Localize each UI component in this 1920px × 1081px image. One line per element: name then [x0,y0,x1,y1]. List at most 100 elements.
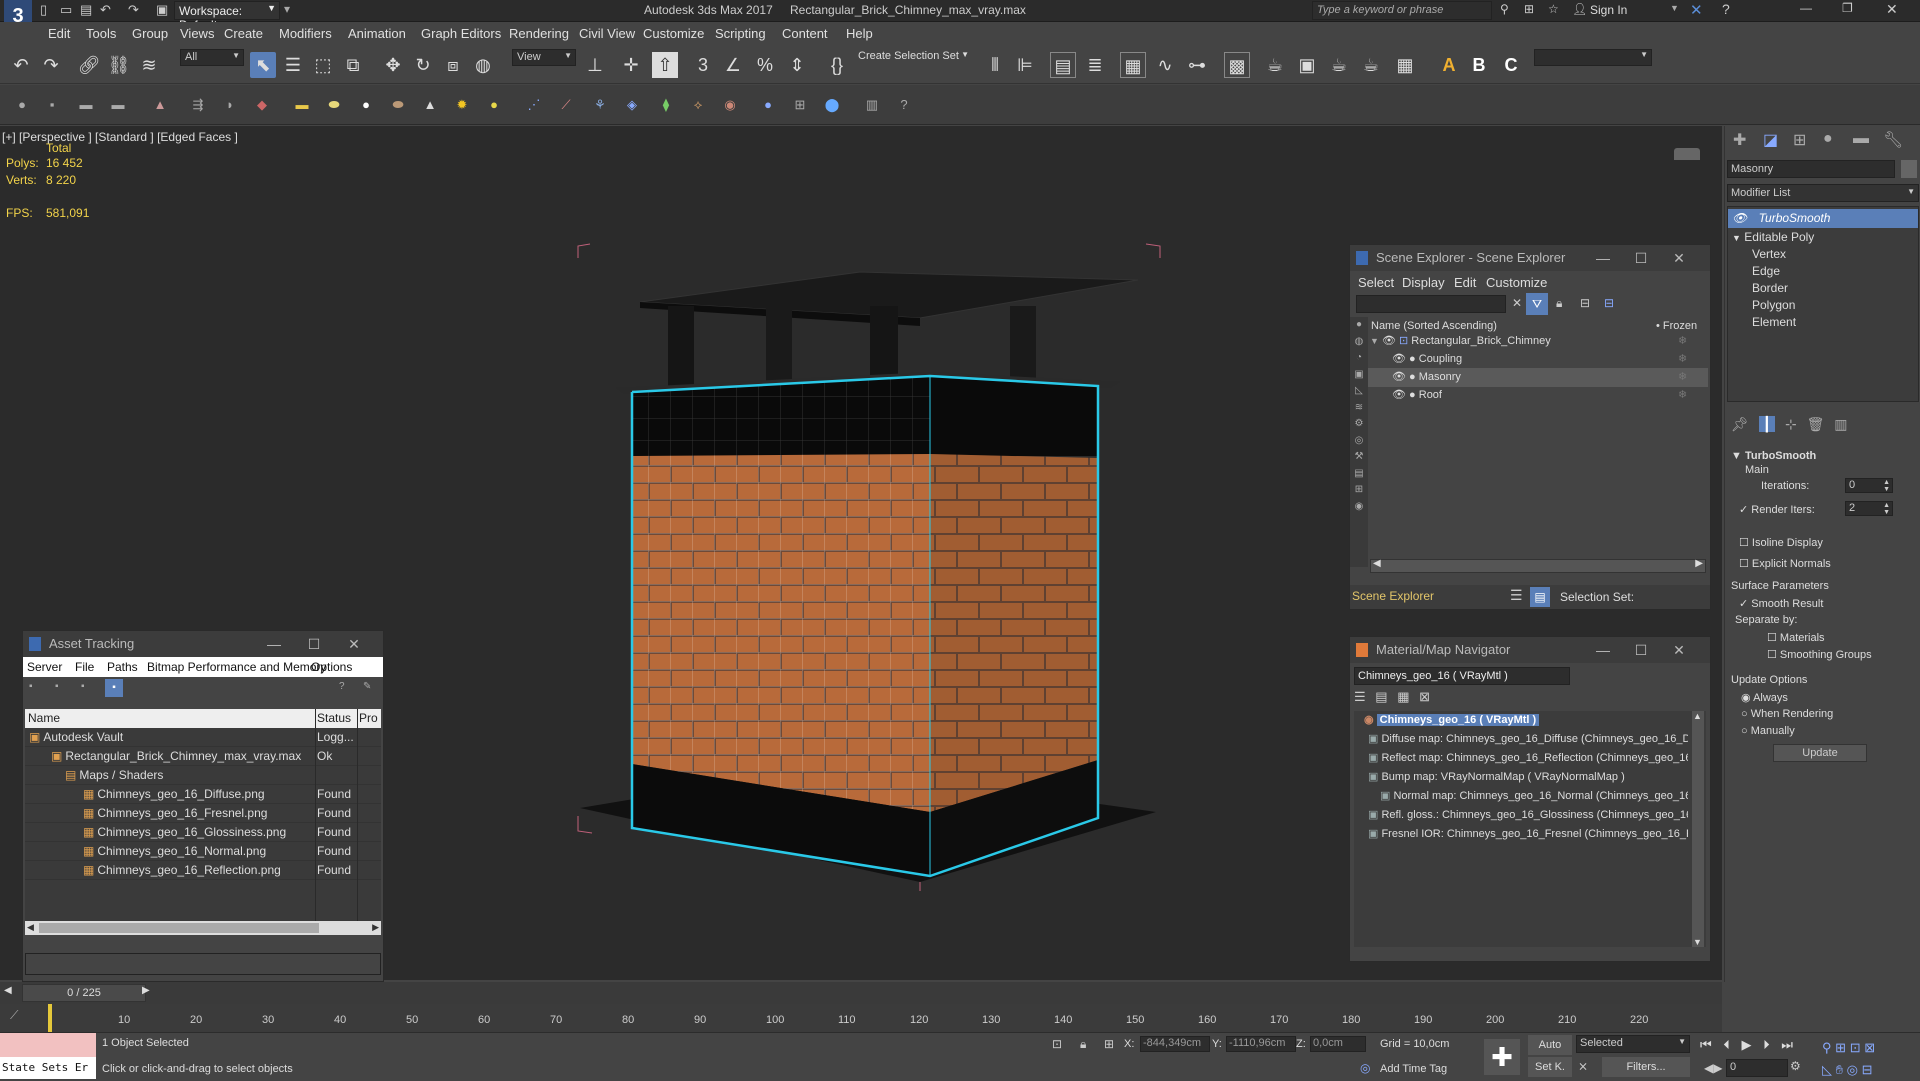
text-tool-icon[interactable]: A [1436,52,1462,78]
tree-row-roof[interactable]: 👁︎ ● Roof ❄ [1368,386,1708,405]
redo-icon[interactable]: ↷ [38,52,64,78]
stack-item-element[interactable]: Element [1728,313,1796,332]
key-mode-icon[interactable]: ⨯ [1578,1059,1588,1073]
time-slider-thumb[interactable]: 0 / 225 [22,984,146,1002]
percent-snap-icon[interactable]: % [752,52,778,78]
expand-icon[interactable]: ▼ [1370,336,1379,346]
go-to-start-icon[interactable]: ⏮ [1700,1037,1712,1052]
x-coordinate-field[interactable]: -844,349cm [1140,1036,1210,1052]
tool-27-icon[interactable]: ? [894,95,914,115]
filters-button[interactable]: Filters... [1602,1057,1690,1077]
scroll-down-icon[interactable]: ▼ [1693,937,1702,947]
menu-tools[interactable]: Tools [86,26,116,41]
eye-icon[interactable]: 👁︎ [1392,371,1406,383]
maximize-icon[interactable]: ☐ [1626,245,1656,271]
scroll-right-icon[interactable]: ▶ [372,922,379,933]
hierarchy2-icon[interactable]: ⊟ [1604,296,1614,310]
modifier-list-dropdown[interactable]: Modifier List ▼ [1727,184,1919,202]
freeze-icon[interactable]: ❄ [1678,368,1687,387]
rebuild-icon[interactable]: ● [12,95,32,115]
clear-search-icon[interactable]: ✕ [1512,296,1522,310]
filter-icon[interactable]: ⛛ [1526,293,1548,315]
viewport-label[interactable]: [+] [Perspective ] [Standard ] [Edged Fa… [2,130,238,144]
tool-25-icon[interactable]: ⬤ [822,95,842,115]
curve-editor-mini-icon[interactable]: ⟋ [10,1008,18,1023]
eye-icon[interactable]: 👁︎ [1382,335,1396,347]
user-icon[interactable]: 👤︎ [1572,2,1587,16]
tool-26-icon[interactable]: ▥ [862,95,882,115]
materials-checkbox[interactable]: ☐ Materials [1767,631,1825,644]
undo-quick-icon[interactable]: ↶ [100,2,111,18]
scene-explorer-toggle-icon[interactable]: ▤ [1050,52,1076,78]
tree-row-coupling[interactable]: 👁︎ ● Coupling ❄ [1368,350,1708,369]
material-root-row[interactable]: ◉ Chimneys_geo_16 ( VRayMtl ) [1354,711,1704,730]
asset-row[interactable]: ▦ Chimneys_geo_16_Fresnel.png Found [25,804,381,823]
sun-icon[interactable]: ● [484,95,504,115]
asset-tool-b-icon[interactable]: ▪ [55,681,59,692]
small-icons-view-icon[interactable]: ▦ [1397,689,1409,704]
menu-views[interactable]: Views [180,26,214,41]
tool-22-icon[interactable]: ◉ [720,95,740,115]
object-name-field[interactable]: Masonry [1727,160,1895,178]
tool-18-icon[interactable]: ⚘ [590,95,610,115]
freeze-icon[interactable]: ❄ [1678,386,1687,405]
asset-tool-a-icon[interactable]: ▪ [29,681,33,692]
asset-row[interactable]: ▦ Chimneys_geo_16_Glossiness.png Found [25,823,381,842]
asset-tracking-titlebar[interactable]: Asset Tracking — ☐ ✕ [23,631,383,657]
mirror-icon[interactable]: ⫴ [982,52,1008,78]
list-view-icon[interactable]: ☰ [1354,689,1366,704]
display-tab-icon[interactable]: ▬ [1853,130,1869,148]
scene-menu-select[interactable]: Select [1358,275,1394,290]
column-name-header[interactable]: Name [28,711,60,725]
y-coordinate-field[interactable]: -1110,96cm [1226,1036,1296,1052]
asset-row[interactable]: ▣ Autodesk Vault Logg... [25,728,381,747]
close-icon[interactable]: ✕ [339,631,369,657]
key-mode-toggle-icon[interactable]: ◀▶ [1704,1061,1722,1075]
align-icon[interactable]: ⊫ [1012,52,1038,78]
asset-horizontal-scrollbar[interactable]: ◀ ▶ [25,921,381,935]
ellipse-shape-icon[interactable]: ⬬ [324,95,344,115]
material-name-field[interactable]: Chimneys_geo_16 ( VRayMtl ) [1354,667,1570,685]
restore-icon[interactable]: ❐ [1842,1,1853,15]
next-frame-icon[interactable]: ⏵ [1763,1037,1770,1052]
pivot-center-icon[interactable]: ⊥ [582,52,608,78]
scene-menu-customize[interactable]: Customize [1486,275,1547,290]
select-by-name-icon[interactable]: ☰ [280,52,306,78]
scroll-left-icon[interactable]: ◀ [1373,558,1381,569]
move-icon[interactable]: ✥ [380,52,406,78]
asset-row[interactable]: ▦ Chimneys_geo_16_Diffuse.png Found [25,785,381,804]
tool-23-icon[interactable]: ● [758,95,778,115]
orbit-icon[interactable]: ◎ [1847,1062,1858,1077]
keyboard-shortcut-icon[interactable]: ⇧ [652,52,678,78]
project-icon[interactable]: ▣ [156,2,168,18]
manually-radio[interactable]: ○ Manually [1741,725,1795,737]
scroll-right-icon[interactable]: ▶ [1695,558,1703,569]
menu-create[interactable]: Create [224,26,263,41]
hierarchy-tab-icon[interactable]: ⊞ [1793,130,1806,150]
isoline-display-checkbox[interactable]: ☐ Isoline Display [1739,536,1823,549]
rendered-frame-icon[interactable]: ▣ [1294,52,1320,78]
render-production-icon[interactable]: ☕︎ [1326,52,1352,78]
zoom-extents-all-icon[interactable]: ⊠ [1864,1040,1875,1055]
modify-tab-icon[interactable]: ◪ [1763,130,1778,150]
selection-filter-dropdown[interactable]: All ▼ [180,49,244,66]
subscription-icon[interactable]: ⊞ [1524,2,1534,16]
isolate-selection-icon[interactable]: ⊡ [1052,1037,1062,1051]
menu-edit[interactable]: Edit [48,26,70,41]
asset-pin-icon[interactable]: ✎ [363,681,371,692]
filter-icons-column[interactable]: ● ◍ ◔ ▣ ◺ ≋ ⚙ ◎ ⚒ ▤ ⊞ ◉ [1350,317,1368,515]
layers-icon[interactable]: ☰ [1510,587,1523,604]
remove-modifier-icon[interactable]: 🗑︎ [1807,416,1825,432]
tree-row-masonry[interactable]: 👁︎ ● Masonry ❄ [1368,368,1708,387]
vray-frame-buffer-icon[interactable]: ▦ [1392,52,1418,78]
list-icons-view-icon[interactable]: ▤ [1375,689,1387,704]
close-icon[interactable]: ✕ [1664,245,1694,271]
menu-modifiers[interactable]: Modifiers [279,26,332,41]
maximize-viewport-icon[interactable]: ⊟ [1862,1062,1873,1077]
bind-spacewarp-icon[interactable]: ≋ [136,52,162,78]
pin-stack-icon[interactable]: 📌︎ [1731,416,1749,432]
motion-tab-icon[interactable]: ● [1823,130,1833,148]
tool-16-icon[interactable]: ⋰ [524,95,544,115]
close-icon[interactable]: ✕ [1664,637,1694,663]
help-icon[interactable]: ? [1722,1,1730,17]
